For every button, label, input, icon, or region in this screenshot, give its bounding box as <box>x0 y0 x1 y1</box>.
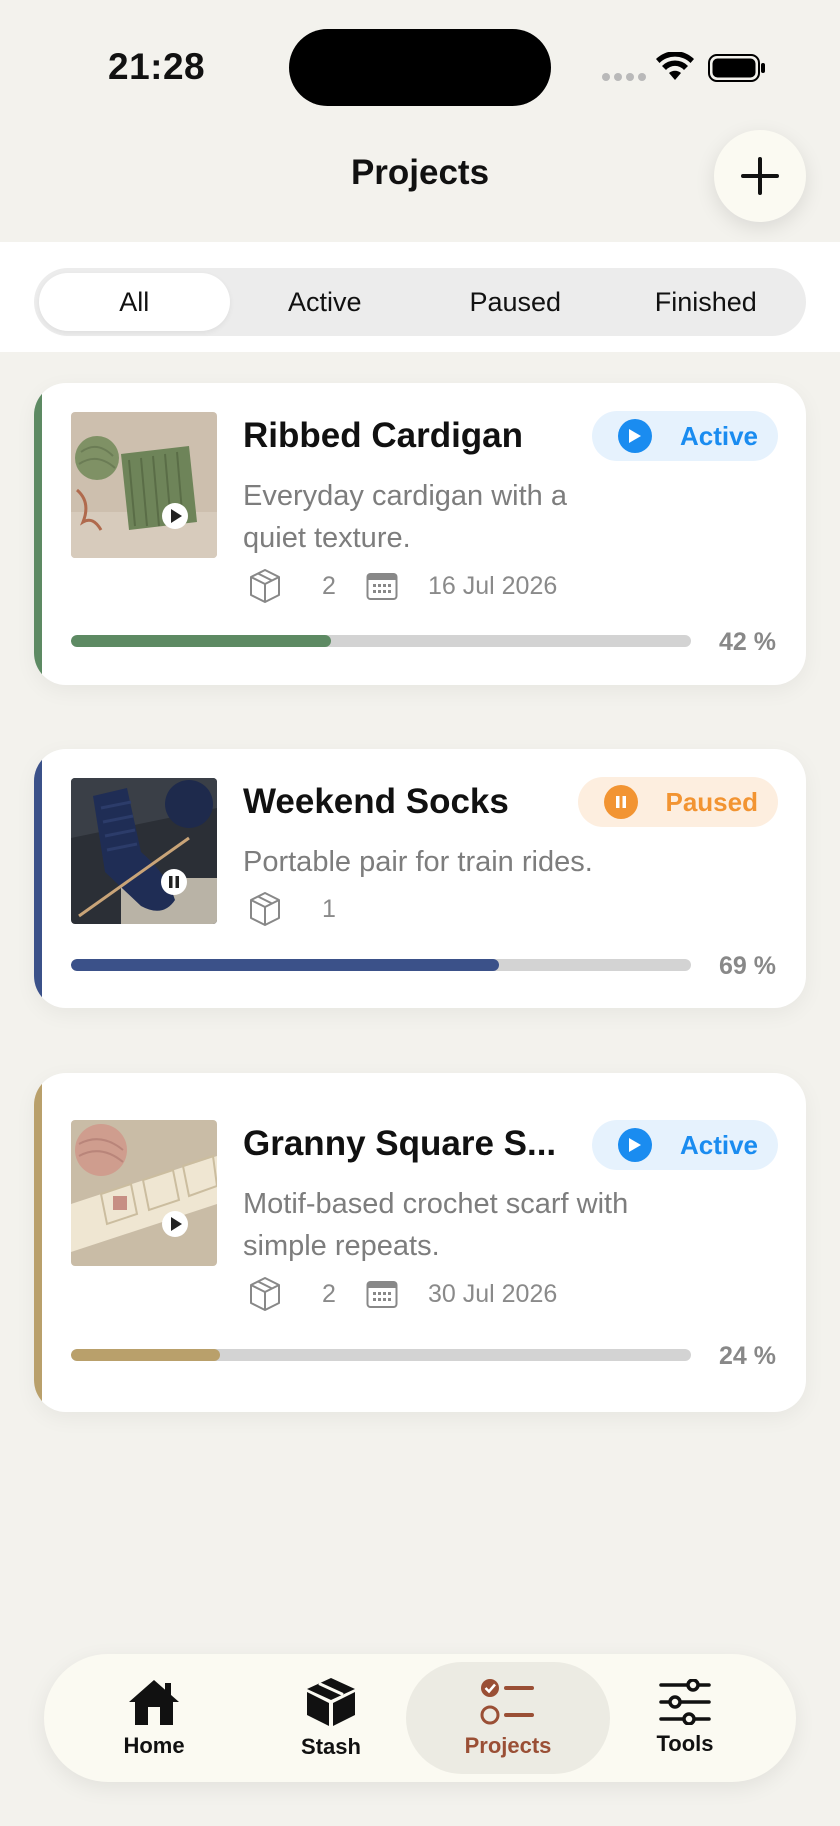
progress-percent: 42 % <box>719 628 776 656</box>
project-meta: 2 16 Jul 2026 <box>248 566 557 606</box>
cube-icon <box>250 569 280 603</box>
checklist-icon <box>480 1679 534 1725</box>
material-count: 2 <box>322 1279 336 1308</box>
status-bar: 21:28 <box>0 0 840 120</box>
signal-icon <box>602 73 646 81</box>
status-time: 21:28 <box>108 46 206 87</box>
progress-bar <box>71 635 691 647</box>
description-line: Motif-based crochet scarf with <box>243 1188 629 1220</box>
calendar-icon <box>366 1281 398 1308</box>
play-icon <box>617 419 652 453</box>
status-badge: Active <box>591 411 778 461</box>
progress-percent: 24 % <box>719 1342 776 1370</box>
status-badge-label: Active <box>679 420 758 451</box>
status-badge: Paused <box>577 777 778 827</box>
pause-icon <box>603 785 638 819</box>
cube-icon <box>250 892 280 926</box>
battery-icon <box>708 54 765 82</box>
description-line: Everyday cardigan with a <box>243 480 567 512</box>
due-date: 30 Jul 2026 <box>428 1279 558 1308</box>
sliders-icon <box>659 1679 711 1725</box>
play-icon <box>617 1128 652 1162</box>
project-title: Granny Square S... <box>243 1124 557 1163</box>
tab-bar: Home Stash Projects Tools <box>44 1654 796 1782</box>
wifi-icon <box>656 52 694 80</box>
card-accent-stripe <box>34 749 42 1008</box>
card-accent-stripe <box>34 383 42 685</box>
tab-stash[interactable]: Stash <box>243 1662 419 1774</box>
tab-tools[interactable]: Tools <box>597 1662 773 1774</box>
card-accent-stripe <box>34 1073 42 1412</box>
project-thumbnail[interactable] <box>71 1120 217 1266</box>
material-count: 2 <box>322 571 336 600</box>
tab-label: Home <box>123 1733 185 1758</box>
project-thumbnail[interactable] <box>71 412 217 558</box>
project-description: Everyday cardigan with a quiet texture. <box>243 475 663 559</box>
add-project-button[interactable] <box>714 130 806 222</box>
description-line: Portable pair for train rides. <box>243 846 593 878</box>
project-meta: 1 <box>248 889 366 929</box>
tab-label: Stash <box>301 1734 361 1759</box>
due-date: 16 Jul 2026 <box>428 571 558 600</box>
tab-label: Projects <box>464 1733 552 1758</box>
material-count: 1 <box>322 894 336 923</box>
box-icon <box>307 1678 355 1726</box>
tab-label: Tools <box>656 1731 714 1756</box>
description-line: quiet texture. <box>243 522 411 554</box>
tab-projects[interactable]: Projects <box>406 1662 610 1774</box>
project-card[interactable]: Weekend Socks Paused Portable pair for t… <box>34 749 806 1008</box>
filter-finished[interactable]: Finished <box>611 273 802 331</box>
tab-home[interactable]: Home <box>66 1662 242 1774</box>
status-badge-label: Paused <box>665 786 759 817</box>
project-description: Motif-based crochet scarf with simple re… <box>243 1183 723 1267</box>
description-line: simple repeats. <box>243 1230 440 1262</box>
progress-bar <box>71 1349 691 1361</box>
dynamic-island <box>289 29 551 106</box>
calendar-icon <box>366 573 398 600</box>
project-title: Weekend Socks <box>243 782 509 821</box>
progress-fill <box>71 959 499 971</box>
cube-icon <box>250 1277 280 1311</box>
filter-active[interactable]: Active <box>230 273 421 331</box>
status-badge: Active <box>591 1120 778 1170</box>
project-meta: 2 30 Jul 2026 <box>248 1274 557 1314</box>
progress-fill <box>71 1349 220 1361</box>
status-badge-label: Active <box>679 1129 758 1160</box>
progress-fill <box>71 635 332 647</box>
progress-percent: 69 % <box>719 952 776 980</box>
project-description: Portable pair for train rides. <box>243 841 703 883</box>
project-card[interactable]: Ribbed Cardigan Active Everyday cardigan… <box>34 383 806 685</box>
project-card[interactable]: Granny Square S... Active Motif-based cr… <box>34 1073 806 1412</box>
filter-all[interactable]: All <box>39 273 230 331</box>
progress-bar <box>71 959 691 971</box>
house-icon <box>129 1680 179 1725</box>
project-title: Ribbed Cardigan <box>243 416 524 455</box>
project-thumbnail[interactable] <box>71 778 217 924</box>
filter-paused[interactable]: Paused <box>420 273 611 331</box>
status-filter: All Active Paused Finished <box>34 268 806 336</box>
plus-icon <box>741 157 779 195</box>
